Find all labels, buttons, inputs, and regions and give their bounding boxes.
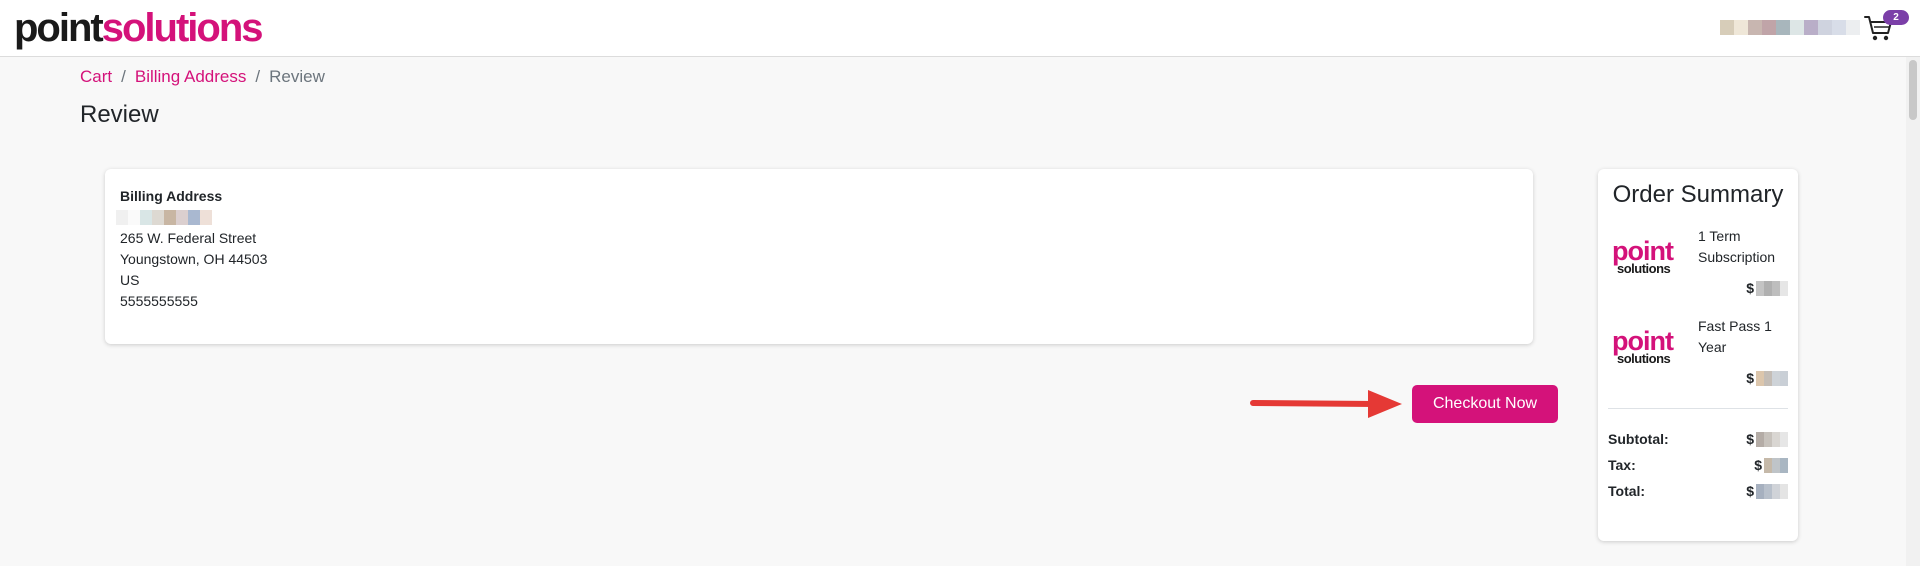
product-price: $ [1746,280,1788,296]
redaction-pixel [1804,20,1818,35]
user-name-redacted[interactable] [1720,20,1860,35]
order-summary-card: Order Summary point solutions 1 Term Sub… [1598,169,1798,541]
redaction-pixel [1756,370,1764,386]
redaction-pixel [1762,20,1776,35]
redaction-pixel [1780,280,1788,296]
total-value: $ [1746,483,1788,499]
top-navbar: pointsolutions 2 [0,0,1920,57]
product-logo: point solutions [1612,238,1682,276]
redaction-pixel [1846,20,1860,35]
price-redacted [1756,370,1788,386]
redaction-pixel [1756,280,1764,296]
tax-redacted [1764,457,1788,473]
summary-totals: Subtotal: $ Tax: $ Total: $ [1608,426,1788,504]
currency-symbol: $ [1746,280,1754,296]
redaction-pixel [1764,483,1772,499]
breadcrumb-billing-link[interactable]: Billing Address [135,67,247,87]
redaction-pixel [1818,20,1832,35]
total-redacted [1756,483,1788,499]
logo-text-solutions: solutions [101,6,264,50]
redaction-pixel [1772,431,1780,447]
breadcrumb: Cart / Billing Address / Review [80,67,325,87]
site-logo[interactable]: pointsolutions [14,6,264,50]
order-summary-title: Order Summary [1612,181,1784,208]
scrollbar[interactable] [1906,57,1920,566]
billing-address-card: Billing Address 265 W. Federal Street Yo… [105,169,1533,344]
redaction-pixel [1764,370,1772,386]
redaction-pixel [1764,431,1772,447]
redaction-pixel [1780,483,1788,499]
subtotal-value: $ [1746,431,1788,447]
redaction-pixel [1772,457,1780,473]
redaction-pixel [1720,20,1734,35]
currency-symbol: $ [1746,370,1754,386]
redaction-pixel [140,210,152,225]
redaction-pixel [1772,483,1780,499]
redaction-pixel [1772,370,1780,386]
billing-name-redacted [116,210,1518,225]
breadcrumb-cart-link[interactable]: Cart [80,67,112,87]
redaction-pixel [1756,431,1764,447]
redaction-pixel [1764,280,1772,296]
logo-text-point: point [14,6,104,50]
total-label: Total: [1608,483,1646,499]
product-logo: point solutions [1612,328,1682,366]
billing-country: US [120,272,140,288]
redaction-pixel [1764,457,1772,473]
redaction-pixel [116,210,128,225]
redaction-pixel [1756,483,1764,499]
redaction-pixel [128,210,140,225]
billing-city-state-zip: Youngstown, OH 44503 [120,251,268,267]
redaction-pixel [164,210,176,225]
page-title: Review [80,101,159,128]
redaction-pixel [1772,280,1780,296]
currency-symbol: $ [1746,431,1754,447]
currency-symbol: $ [1754,457,1762,473]
summary-line-item: point solutions Fast Pass 1 Year $ [1608,316,1788,406]
redaction-pixel [1790,20,1804,35]
tax-row: Tax: $ [1608,452,1788,478]
redaction-pixel [1780,457,1788,473]
price-redacted [1756,280,1788,296]
tax-value: $ [1754,457,1788,473]
summary-divider [1608,408,1788,409]
breadcrumb-separator: / [255,67,261,86]
redaction-pixel [188,210,200,225]
subtotal-redacted [1756,431,1788,447]
redaction-pixel [176,210,188,225]
billing-phone: 5555555555 [120,293,198,309]
cart-count-badge: 2 [1883,10,1909,25]
redaction-pixel [1748,20,1762,35]
total-row: Total: $ [1608,478,1788,504]
breadcrumb-separator: / [121,67,126,86]
billing-street: 265 W. Federal Street [120,230,257,246]
breadcrumb-current: Review [269,67,325,86]
product-price: $ [1746,370,1788,386]
summary-line-item: point solutions 1 Term Subscription $ [1608,226,1788,316]
tax-label: Tax: [1608,457,1636,473]
checkout-now-button[interactable]: Checkout Now [1412,385,1558,423]
redaction-pixel [1780,370,1788,386]
currency-symbol: $ [1746,483,1754,499]
redaction-pixel [200,210,212,225]
redaction-pixel [1734,20,1748,35]
scrollbar-thumb[interactable] [1909,60,1917,120]
product-name: 1 Term Subscription [1698,228,1776,265]
billing-address-heading: Billing Address [120,188,223,204]
redaction-pixel [1832,20,1846,35]
subtotal-label: Subtotal: [1608,431,1669,447]
product-name: Fast Pass 1 Year [1698,318,1772,355]
redaction-pixel [1776,20,1790,35]
redaction-pixel [1780,431,1788,447]
subtotal-row: Subtotal: $ [1608,426,1788,452]
pointer-arrow-icon [1250,390,1402,418]
redaction-pixel [152,210,164,225]
